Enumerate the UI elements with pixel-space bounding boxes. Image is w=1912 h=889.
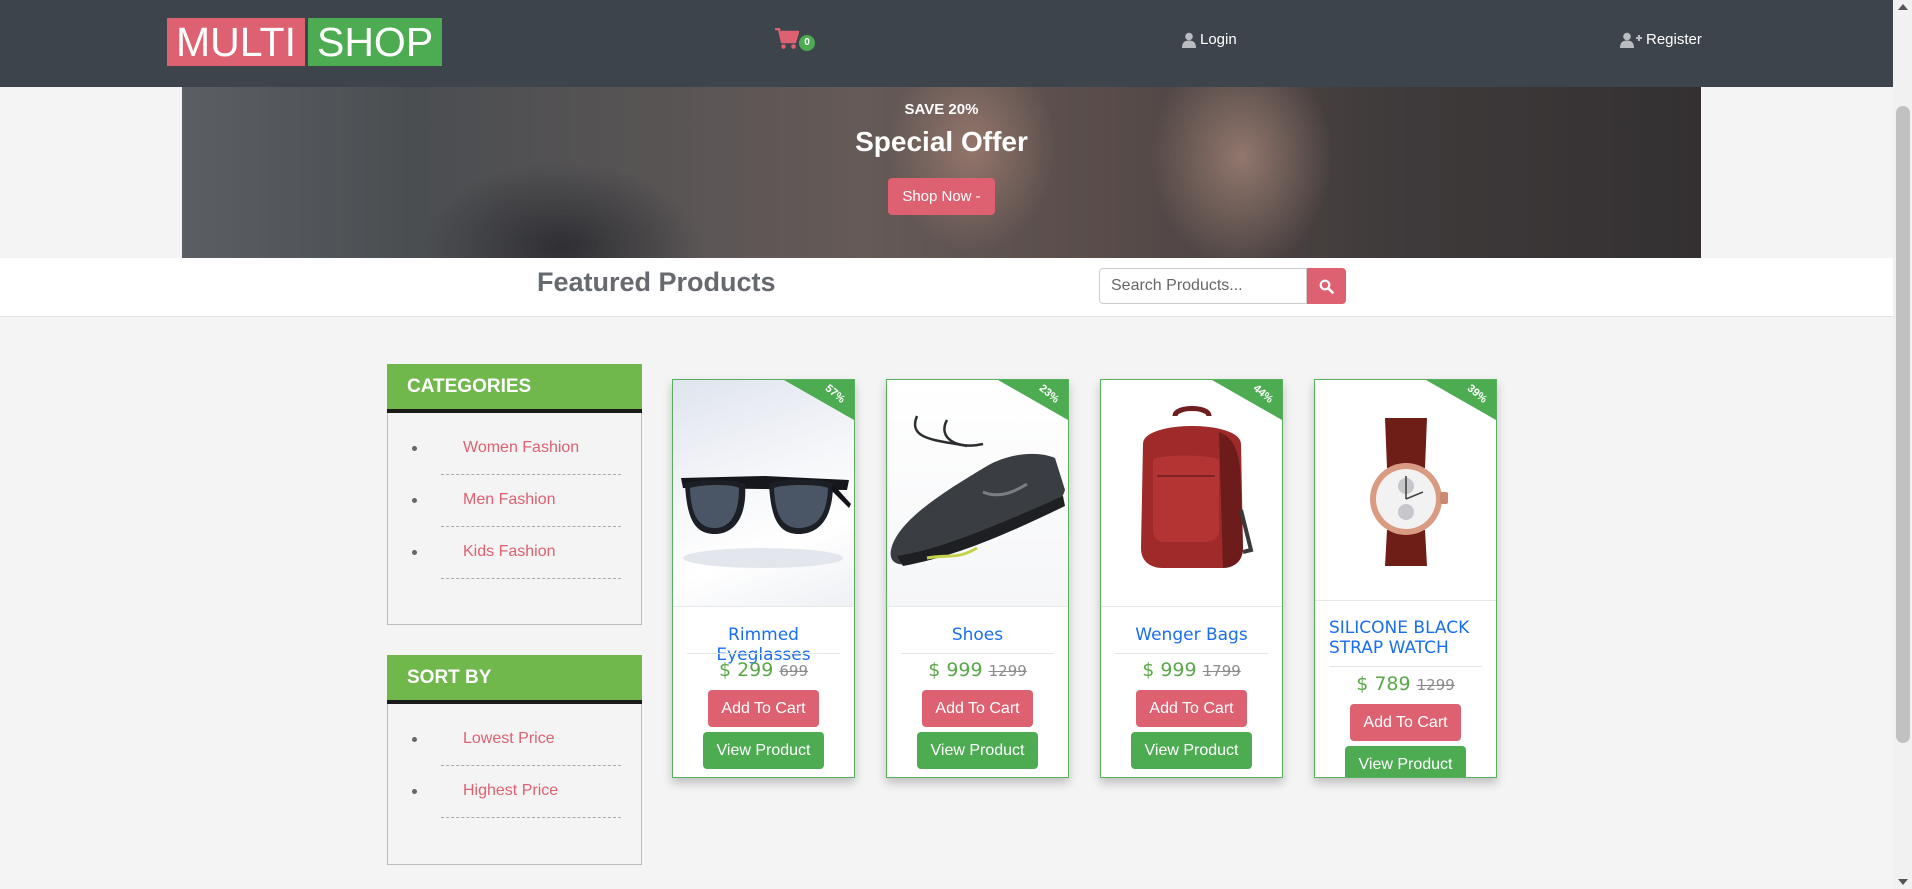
user-plus-icon [1620,32,1642,48]
add-to-cart-button[interactable]: Add To Cart [1136,690,1247,727]
sort-panel: SORT BY Lowest Price Highest Price [387,655,642,865]
product-name[interactable]: Shoes [897,625,1058,645]
scrollbar-thumb[interactable] [1896,106,1910,743]
categories-panel: CATEGORIES Women Fashion Men Fashion Kid… [387,364,642,625]
search-icon [1319,279,1334,294]
sort-label: Lowest Price [463,730,555,747]
bullet [412,498,417,503]
product-name[interactable]: SILICONE BLACK STRAP WATCH [1329,618,1489,658]
old-price: 699 [779,662,809,680]
cart-icon [775,28,799,49]
hero-banner: SAVE 20% Special Offer Shop Now - [182,87,1701,258]
product-price: $ 999 1799 [1101,659,1282,681]
divider [1329,666,1482,667]
sort-highest-price[interactable]: Highest Price [412,766,621,818]
categories-list: Women Fashion Men Fashion Kids Fashion [388,413,641,579]
featured-products-bar: Featured Products [0,258,1893,317]
sort-lowest-price[interactable]: Lowest Price [412,714,621,766]
current-price: $ 999 [1142,659,1197,681]
divider [1115,653,1268,654]
brand-part-1: MULTI [167,18,305,66]
category-women-fashion[interactable]: Women Fashion [412,423,621,475]
add-to-cart-button[interactable]: Add To Cart [922,690,1033,727]
scroll-up-arrow-icon[interactable] [1898,4,1908,10]
search-button[interactable] [1307,268,1346,304]
old-price: 1799 [1202,662,1241,680]
product-card: 57% Rimmed Eyeglasses $ 299 699 Add To Ca… [672,379,855,778]
add-to-cart-button[interactable]: Add To Cart [708,690,819,727]
cart-link[interactable]: 0 [775,26,815,56]
cart-count-badge: 0 [799,35,815,51]
login-label: Login [1200,31,1237,48]
featured-products-title: Featured Products [537,267,776,297]
product-card: 23% Shoes $ 999 1299 Add To Cart View Pro… [886,379,1069,778]
product-price: $ 789 1299 [1315,673,1496,695]
sort-title: SORT BY [387,655,642,704]
brand-logo[interactable]: MULTI SHOP [167,18,443,66]
category-label: Women Fashion [463,439,580,456]
view-product-button[interactable]: View Product [1345,746,1466,777]
brand-part-2: SHOP [307,18,443,66]
bullet [412,737,417,742]
divider [901,653,1054,654]
current-price: $ 299 [718,659,774,681]
top-navbar: MULTI SHOP 0 Login Register [0,0,1893,87]
view-product-button[interactable]: View Product [1131,732,1252,769]
shop-now-button[interactable]: Shop Now - [888,178,995,215]
product-card: 44% Wenger Bags $ 999 1799 Add To Cart Vi… [1100,379,1283,778]
divider [687,653,840,654]
category-label: Kids Fashion [463,543,556,560]
product-name[interactable]: Wenger Bags [1111,625,1272,645]
view-product-button[interactable]: View Product [917,732,1038,769]
login-link[interactable]: Login [1182,31,1237,48]
product-price: $ 299 699 [673,659,854,681]
product-card: 39% SILICONE BLACK STRAP WATCH $ 789 1299… [1314,379,1497,778]
view-product-button[interactable]: View Product [703,732,824,769]
bullet [412,446,417,451]
product-price: $ 999 1299 [887,659,1068,681]
user-icon [1182,32,1196,48]
category-label: Men Fashion [463,491,556,508]
old-price: 1299 [1416,676,1455,694]
bullet [412,789,417,794]
add-to-cart-button[interactable]: Add To Cart [1350,704,1461,741]
categories-title: CATEGORIES [387,364,642,413]
sort-list: Lowest Price Highest Price [388,704,641,818]
scroll-down-arrow-icon[interactable] [1898,879,1908,885]
old-price: 1299 [988,662,1027,680]
category-kids-fashion[interactable]: Kids Fashion [412,527,621,579]
bullet [412,550,417,555]
register-link[interactable]: Register [1620,31,1702,48]
search-input[interactable] [1099,268,1307,304]
hero-save-text: SAVE 20% [904,101,979,118]
current-price: $ 789 [1356,673,1411,695]
hero-offer-title: Special Offer [855,126,1028,157]
register-label: Register [1646,31,1702,48]
category-men-fashion[interactable]: Men Fashion [412,475,621,527]
current-price: $ 999 [928,659,983,681]
sort-label: Highest Price [463,782,559,799]
